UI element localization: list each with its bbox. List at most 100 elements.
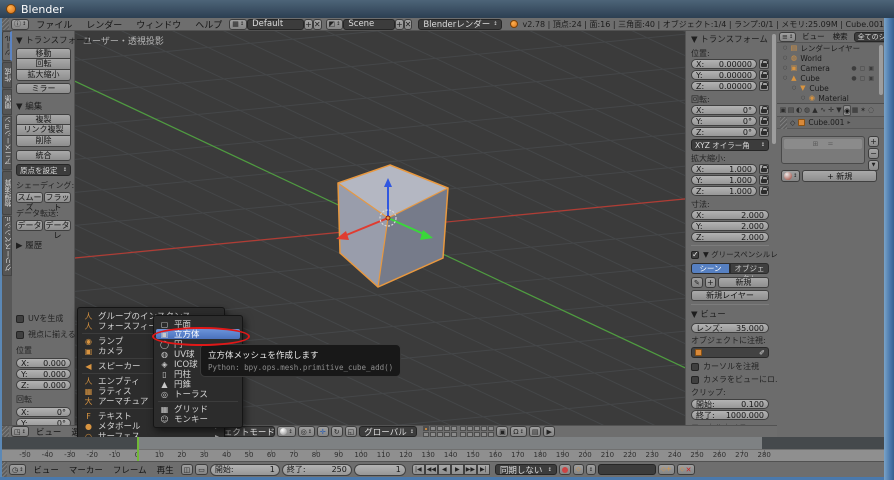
npanel-dim-field[interactable]: X:2.000 xyxy=(691,210,769,220)
npanel-rot-field[interactable]: Z:0° xyxy=(691,127,757,137)
editor-type-timeline-button[interactable]: ◷↕ xyxy=(9,464,26,475)
slot-add-button[interactable]: + xyxy=(868,136,879,147)
restrict-icon-1[interactable]: ▢ xyxy=(860,75,866,82)
layer-15[interactable] xyxy=(460,432,466,437)
frame-start-field[interactable]: 開始:1 xyxy=(210,464,280,476)
gpencil-new-button[interactable]: 新規 xyxy=(718,277,769,288)
jump-end-button[interactable]: ▶| xyxy=(477,464,490,475)
properties-tab-material[interactable]: ◉ xyxy=(843,105,851,116)
join-button[interactable]: 統合 xyxy=(16,150,71,161)
play-reverse-button[interactable]: ◀ xyxy=(438,464,451,475)
next-keyframe-button[interactable]: ▶▶ xyxy=(464,464,477,475)
layer-4[interactable] xyxy=(451,426,457,431)
material-slot-empty[interactable]: ⊞ = xyxy=(784,139,862,149)
properties-tab-data[interactable]: ▼ xyxy=(835,105,843,116)
layer-19[interactable] xyxy=(488,432,494,437)
manipulator-scale-button[interactable]: ◱ xyxy=(345,426,358,437)
layer-0[interactable] xyxy=(423,426,429,431)
toolshelf-tab-0[interactable]: ツール xyxy=(2,31,12,61)
timeline-menu-0[interactable]: ビュー xyxy=(28,464,64,476)
keyingset-menu-button[interactable]: ↕ xyxy=(586,464,596,475)
eyedropper-icon[interactable]: ✐ xyxy=(759,349,765,357)
delete-key-button[interactable]: ⬦✕ xyxy=(677,464,695,475)
layer-5[interactable] xyxy=(423,432,429,437)
npanel-scale-field[interactable]: Y:1.000 xyxy=(691,175,757,185)
panel-header-edit[interactable]: ▼ 編集 xyxy=(16,100,71,112)
gpencil-pen-icon[interactable]: ✎ xyxy=(691,277,703,288)
layer-9[interactable] xyxy=(451,432,457,437)
npanel-header-view[interactable]: ▼ ビュー xyxy=(691,308,769,320)
edit-button-1[interactable]: リンク複製 xyxy=(16,125,71,136)
keying-icon[interactable]: ⬦ xyxy=(573,464,584,475)
opengl-render-anim-button[interactable]: ▶ xyxy=(543,426,554,437)
editor-type-outliner-button[interactable]: ≡↕ xyxy=(779,32,796,42)
manipulator-translate-button[interactable]: ✛ xyxy=(317,426,329,437)
layer-7[interactable] xyxy=(437,432,443,437)
toolshelf-tab-5[interactable]: グリースペンシル xyxy=(2,216,12,276)
menu-3[interactable]: ヘルプ xyxy=(188,18,229,31)
menu-2[interactable]: ウィンドウ xyxy=(129,18,188,31)
toolshelf-tab-3[interactable]: アニメーション xyxy=(2,116,12,170)
layer-17[interactable] xyxy=(474,432,480,437)
lock-icon[interactable] xyxy=(759,127,769,137)
opengl-render-button[interactable]: ▤ xyxy=(529,426,542,437)
npanel-dim-field[interactable]: Z:2.000 xyxy=(691,232,769,242)
lock-to-scene-icon[interactable]: ▣ xyxy=(496,426,508,437)
transfer-button-1[interactable]: データレ xyxy=(44,220,71,231)
gpencil-scene-button[interactable]: シーン xyxy=(691,263,730,274)
transform-button-0[interactable]: 移動 xyxy=(16,48,71,59)
set-origin-select[interactable]: 原点を設定↕ xyxy=(16,164,71,176)
current-frame-field[interactable]: 1 xyxy=(354,464,406,476)
breadcrumb-object-name[interactable]: Cube.001 xyxy=(808,118,844,127)
restrict-icon-0[interactable]: ● xyxy=(851,75,856,82)
timeline-menu-2[interactable]: フレーム xyxy=(108,464,152,476)
preview-range-icon[interactable]: ◫ xyxy=(181,464,194,475)
play-button[interactable]: ▶ xyxy=(451,464,464,475)
restrict-icon-2[interactable]: ▣ xyxy=(868,65,874,72)
layer-11[interactable] xyxy=(467,426,473,431)
auto-keyframe-button[interactable] xyxy=(559,464,571,475)
outliner-item-Cube-3[interactable]: ○▲Cube●▢▣ xyxy=(777,73,884,83)
restrict-icon-0[interactable]: ● xyxy=(851,65,856,72)
layer-14[interactable] xyxy=(488,426,494,431)
screen-layout-field[interactable]: Default xyxy=(247,19,304,30)
properties-tab-world[interactable]: ◍ xyxy=(803,105,811,116)
camera-lock-checkbox[interactable] xyxy=(691,376,699,384)
gpencil-add-icon[interactable]: + xyxy=(705,277,716,288)
browse-material-button[interactable]: ↕ xyxy=(781,170,800,182)
clip-start-field[interactable]: 開始:0.100 xyxy=(691,399,769,409)
menu-item-モンキー[interactable]: ☺モンキー xyxy=(154,414,242,424)
shading-button-1[interactable]: フラット xyxy=(44,192,71,203)
properties-tab-object[interactable]: ▲ xyxy=(811,105,819,116)
viewport-shading-button[interactable]: ↕ xyxy=(277,426,295,437)
restrict-icon-2[interactable]: ▣ xyxy=(868,75,874,82)
transform-button-1[interactable]: 回転 xyxy=(16,59,71,70)
lock-object-field[interactable]: ✐ xyxy=(691,347,769,358)
viewport-menu-0[interactable]: ビュー xyxy=(31,426,67,438)
manipulator-rotate-button[interactable]: ↻ xyxy=(331,426,343,437)
pivot-point-button[interactable]: ◎↕ xyxy=(298,426,315,437)
render-engine-select[interactable]: Blenderレンダー↕ xyxy=(418,19,502,30)
screen-layout-icon[interactable]: ▦↕ xyxy=(229,19,247,30)
frame-lock-icon[interactable]: ▭ xyxy=(195,464,208,475)
lock-icon[interactable] xyxy=(759,116,769,126)
lock-icon[interactable] xyxy=(759,81,769,91)
npanel-loc-field[interactable]: Z:0.00000 xyxy=(691,81,757,91)
scene-icon[interactable]: ◩↕ xyxy=(326,19,344,30)
restrict-icon-1[interactable]: ▢ xyxy=(860,65,866,72)
properties-tab-scene[interactable]: ◐ xyxy=(795,105,803,116)
layer-16[interactable] xyxy=(467,432,473,437)
properties-tab-constraints[interactable]: ∿ xyxy=(819,105,827,116)
properties-tab-render-layers[interactable]: ▤ xyxy=(787,105,795,116)
scene-delete-button[interactable]: ✕ xyxy=(404,19,413,30)
lock-icon[interactable] xyxy=(759,59,769,69)
frame-end-field[interactable]: 終了:250 xyxy=(282,464,352,476)
timeline-menu-1[interactable]: マーカー xyxy=(64,464,108,476)
properties-tab-particles[interactable]: ✶ xyxy=(859,105,867,116)
editor-type-3dview-button[interactable]: ◳↕ xyxy=(11,426,29,437)
npanel-header-transform[interactable]: ▼ トランスフォーム xyxy=(691,33,769,45)
pin-icon[interactable]: ◇ xyxy=(790,119,795,127)
lens-field[interactable]: レンズ:35.000 xyxy=(691,323,769,333)
current-frame-marker[interactable] xyxy=(137,437,139,461)
outliner-item-Cube-4[interactable]: ○▼Cube xyxy=(777,83,884,93)
